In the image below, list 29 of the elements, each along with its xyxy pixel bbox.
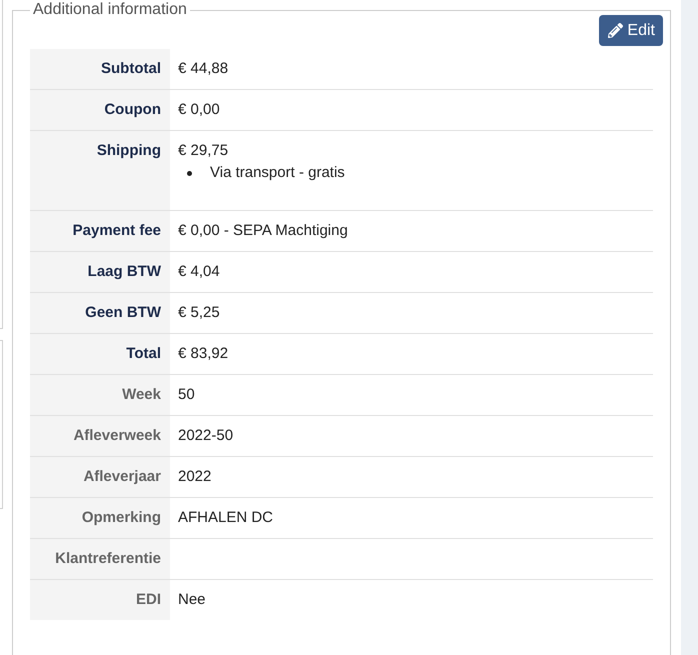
detail-text: Via transport - gratis <box>210 163 345 183</box>
label-cell: Laag BTW <box>30 252 170 292</box>
label-cell: EDI <box>30 580 170 620</box>
label-cell: Opmerking <box>30 498 170 538</box>
edit-button[interactable]: Edit <box>599 15 663 46</box>
value-text: € 83,92 <box>178 345 228 362</box>
value-text: € 0,00 - SEPA Machtiging <box>178 222 348 239</box>
pencil-icon <box>608 23 624 38</box>
value-text: € 29,75 <box>178 142 228 159</box>
value-text: 50 <box>178 386 195 403</box>
label-cell: Total <box>30 334 170 374</box>
value-text: € 5,25 <box>178 304 220 321</box>
label-cell: Subtotal <box>30 49 170 90</box>
label-cell: Afleverjaar <box>30 456 170 498</box>
label-cell: Klantreferentie <box>30 538 170 580</box>
label-cell: Week <box>30 374 170 416</box>
label-cell: Afleverweek <box>30 416 170 456</box>
value-text: € 44,88 <box>178 60 228 77</box>
value-text: 2022 <box>178 468 212 485</box>
label-cell: Coupon <box>30 90 170 130</box>
label-cell: Geen BTW <box>30 292 170 334</box>
label-cell: Payment fee <box>30 210 170 252</box>
bullet-icon <box>187 170 192 176</box>
value-text: Nee <box>178 591 206 608</box>
value-text: AFHALEN DC <box>178 509 274 526</box>
value-text: € 0,00 <box>178 101 220 118</box>
value-text: € 4,04 <box>178 263 220 280</box>
value-text: 2022-50 <box>178 427 234 444</box>
label-cell: Shipping <box>30 130 170 210</box>
